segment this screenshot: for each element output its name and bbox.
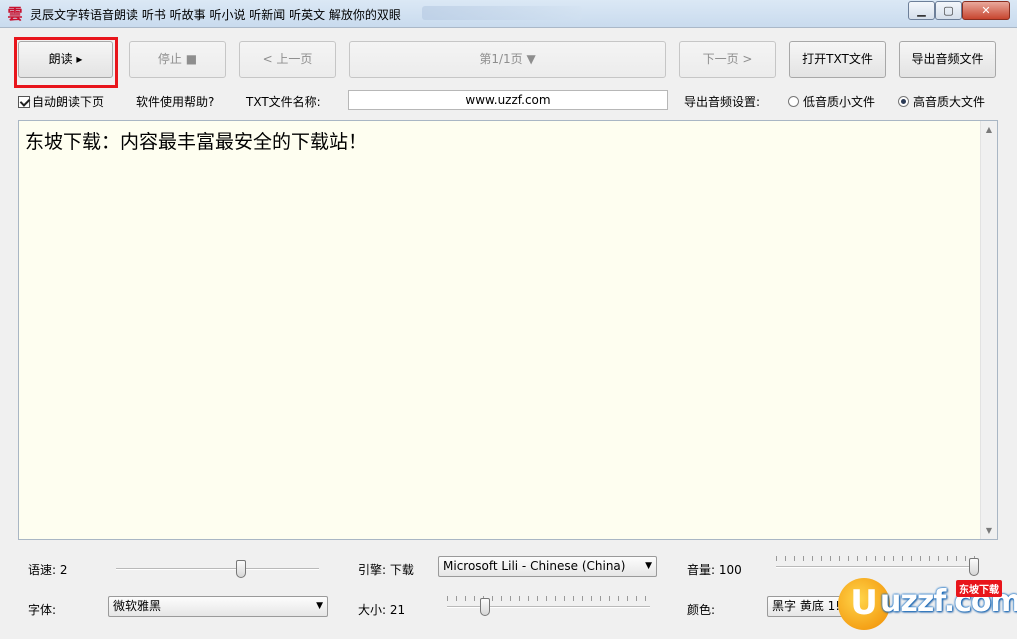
speed-slider-thumb[interactable] (236, 560, 246, 578)
help-link[interactable]: 软件使用帮助? (136, 93, 214, 110)
close-icon: ✕ (981, 4, 991, 17)
font-dropdown-icon: ▼ (316, 601, 323, 611)
export-audio-button[interactable]: 导出音频文件 (899, 41, 996, 78)
high-quality-radio[interactable] (898, 96, 909, 107)
high-quality-option[interactable]: 高音质大文件 (898, 93, 985, 110)
high-quality-label: 高音质大文件 (913, 95, 986, 109)
size-slider-track (447, 606, 650, 608)
size-slider-thumb[interactable] (480, 598, 490, 616)
scroll-up-icon[interactable]: ▲ (981, 121, 997, 138)
font-label: 字体: (28, 603, 57, 617)
engine-dropdown[interactable]: Microsoft Lili - Chinese (China) ▼ (438, 556, 657, 577)
audio-setting-label: 导出音频设置: (684, 95, 761, 109)
maximize-icon: ▢ (943, 4, 954, 17)
minimize-icon: ▁ (917, 4, 926, 17)
uzzf-watermark-logo: U uzzf.com 东坡下载 (838, 576, 1017, 632)
font-dropdown[interactable]: 微软雅黑 ▼ (108, 596, 328, 617)
auto-read-checkbox[interactable] (18, 96, 30, 108)
title-blurred-area (422, 6, 582, 20)
low-quality-option[interactable]: 低音质小文件 (788, 93, 875, 110)
page-select-button[interactable]: 第1/1页 ▼ (349, 41, 666, 78)
scroll-down-icon[interactable]: ▼ (981, 522, 997, 539)
window-title: 灵辰文字转语音朗读 听书 听故事 听小说 听新闻 听英文 解放你的双眼 (30, 8, 401, 22)
engine-dropdown-icon: ▼ (645, 561, 652, 571)
engine-label: 引擎: 下载 (358, 563, 414, 577)
size-label: 大小: 21 (358, 603, 406, 617)
filename-label: TXT文件名称: (246, 95, 321, 109)
size-slider[interactable] (447, 596, 650, 618)
volume-slider-track (776, 566, 979, 568)
speed-label: 语速: 2 (28, 563, 68, 577)
prev-page-button[interactable]: < 上一页 (239, 41, 336, 78)
filename-field[interactable]: www.uzzf.com (348, 90, 668, 110)
auto-read-label: 自动朗读下页 (32, 95, 105, 109)
volume-slider[interactable] (776, 556, 979, 578)
color-label: 颜色: (687, 603, 716, 617)
low-quality-label: 低音质小文件 (803, 95, 876, 109)
low-quality-radio[interactable] (788, 96, 799, 107)
minimize-button[interactable]: ▁ (908, 1, 935, 20)
title-bar: 雲 灵辰文字转语音朗读 听书 听故事 听小说 听新闻 听英文 解放你的双眼 ▁ … (0, 0, 1017, 28)
volume-slider-ticks (776, 556, 979, 561)
maximize-button[interactable]: ▢ (935, 1, 962, 20)
engine-value: Microsoft Lili - Chinese (China) (443, 559, 626, 573)
speed-slider-track (116, 568, 319, 570)
font-value: 微软雅黑 (113, 599, 162, 613)
uzzf-logo-badge: 东坡下载 (956, 580, 1002, 597)
size-slider-ticks (447, 596, 650, 601)
volume-label: 音量: 100 (687, 563, 742, 577)
app-icon: 雲 (7, 5, 23, 23)
volume-slider-thumb[interactable] (969, 558, 979, 576)
stop-button[interactable]: 停止 ■ (129, 41, 226, 78)
editor-content: 东坡下载：内容最丰富最安全的下载站！ (25, 131, 368, 153)
read-button-highlight (14, 37, 118, 88)
color-value: 黑字 黄底 1! (772, 599, 841, 613)
speed-slider[interactable] (116, 558, 319, 580)
text-editor[interactable]: 东坡下载：内容最丰富最安全的下载站！ ▲ ▼ (18, 120, 998, 540)
auto-read-option[interactable]: 自动朗读下页 (18, 93, 104, 110)
next-page-button[interactable]: 下一页 > (679, 41, 776, 78)
close-button[interactable]: ✕ (962, 1, 1010, 20)
vertical-scrollbar[interactable]: ▲ ▼ (980, 121, 997, 539)
open-txt-button[interactable]: 打开TXT文件 (789, 41, 886, 78)
